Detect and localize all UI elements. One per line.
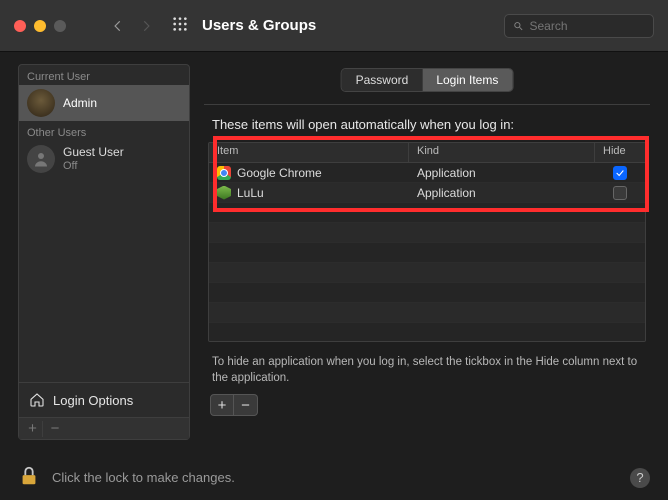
minimize-window-icon[interactable]	[34, 20, 46, 32]
user-status: Off	[63, 160, 124, 173]
lock-button[interactable]	[18, 465, 40, 490]
remove-user-button: −	[45, 421, 65, 437]
table-row-empty	[209, 243, 645, 263]
hide-checkbox[interactable]	[613, 166, 627, 180]
add-remove-bar: + −	[210, 394, 646, 416]
table-row-empty	[209, 223, 645, 243]
item-kind: Application	[409, 166, 595, 180]
hide-checkbox[interactable]	[613, 186, 627, 200]
show-all-icon[interactable]	[172, 16, 188, 35]
sidebar-item-current-user[interactable]: Admin	[19, 85, 189, 121]
remove-item-button[interactable]: −	[234, 394, 258, 416]
login-options-label: Login Options	[53, 393, 133, 408]
search-icon	[513, 20, 524, 32]
user-role: Admin	[63, 96, 97, 110]
search-field[interactable]	[504, 14, 654, 38]
help-button[interactable]: ?	[630, 468, 650, 488]
lock-icon	[18, 465, 40, 487]
table-row-empty	[209, 203, 645, 223]
users-sidebar: Current User Admin Other Users Guest Use…	[18, 64, 190, 440]
titlebar: Users & Groups	[0, 0, 668, 52]
zoom-window-icon	[54, 20, 66, 32]
search-input[interactable]	[530, 19, 646, 33]
table-row[interactable]: LuLu Application	[209, 183, 645, 203]
content-pane: Password Login Items These items will op…	[204, 64, 650, 440]
table-row-empty	[209, 283, 645, 303]
item-name: Google Chrome	[237, 166, 322, 180]
item-name: LuLu	[237, 186, 264, 200]
avatar-icon	[27, 89, 55, 117]
table-row-empty	[209, 323, 645, 342]
hint-text: To hide an application when you log in, …	[212, 354, 642, 386]
section-heading: These items will open automatically when…	[208, 117, 646, 132]
page-title: Users & Groups	[202, 17, 316, 34]
house-icon	[29, 392, 45, 408]
add-item-button[interactable]: +	[210, 394, 234, 416]
table-row[interactable]: Google Chrome Application	[209, 163, 645, 183]
sidebar-item-guest-user[interactable]: Guest User Off	[19, 141, 189, 177]
col-kind[interactable]: Kind	[409, 143, 595, 162]
col-item[interactable]: Item	[209, 143, 409, 162]
user-name: Guest User	[63, 145, 124, 159]
sidebar-footer: + −	[19, 417, 189, 439]
tab-login-items[interactable]: Login Items	[422, 69, 512, 91]
sidebar-section-other: Other Users	[19, 121, 189, 141]
window-controls	[14, 20, 66, 32]
table-header: Item Kind Hide	[209, 143, 645, 163]
chrome-icon	[217, 166, 231, 180]
login-options-button[interactable]: Login Options	[19, 382, 189, 417]
login-items-table: Item Kind Hide Google Chrome Application	[208, 142, 646, 342]
table-row-empty	[209, 263, 645, 283]
back-button[interactable]	[106, 14, 130, 38]
add-user-button: +	[23, 421, 43, 437]
sidebar-section-current: Current User	[19, 65, 189, 85]
lulu-icon	[217, 186, 231, 200]
close-window-icon[interactable]	[14, 20, 26, 32]
tabs: Password Login Items	[341, 68, 514, 92]
col-hide[interactable]: Hide	[595, 143, 645, 162]
footer: Click the lock to make changes. ?	[18, 465, 650, 490]
forward-button	[134, 14, 158, 38]
tab-password[interactable]: Password	[342, 69, 423, 91]
item-kind: Application	[409, 186, 595, 200]
avatar-icon	[27, 145, 55, 173]
table-row-empty	[209, 303, 645, 323]
lock-text: Click the lock to make changes.	[52, 470, 618, 485]
